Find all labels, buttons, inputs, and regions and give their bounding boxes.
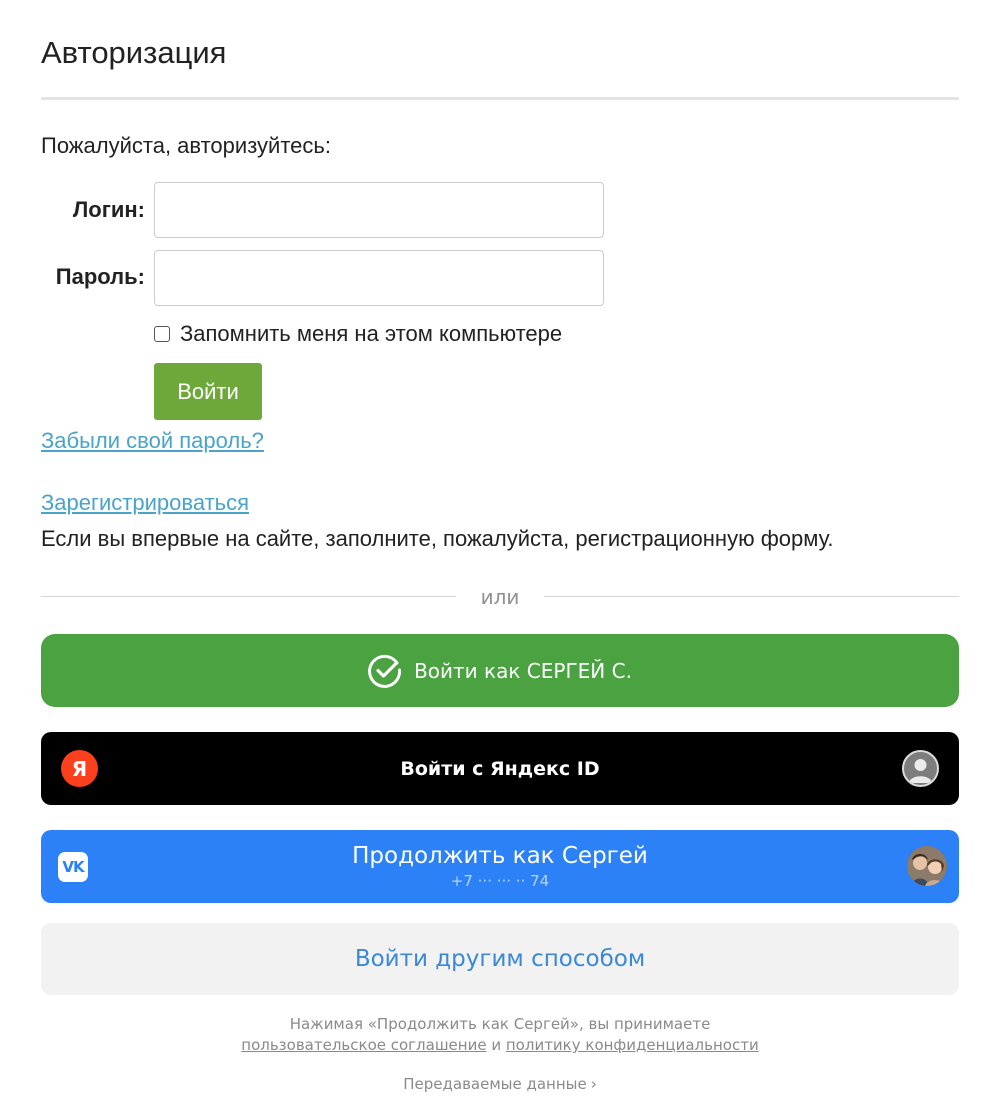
page-title: Авторизация [41,35,227,70]
terms-notice: Нажимая «Продолжить как Сергей», вы прин… [41,1014,959,1056]
vk-continue-title: Продолжить как Сергей [352,843,648,869]
login-label: Логин: [72,197,145,222]
or-divider-line-right [544,596,959,597]
user-photo-avatar [907,846,947,886]
remember-me-label: Запомнить меня на этом компьютере [180,321,563,346]
vk-masked-phone: +7 ··· ··· ·· 74 [450,872,550,890]
password-label: Пароль: [55,264,145,289]
transferred-data-link[interactable]: Передаваемые данные › [41,1074,959,1095]
yandex-id-login-button[interactable]: Я Войти с Яндекс ID [41,732,959,805]
terms-line: Нажимая «Продолжить как Сергей», вы прин… [289,1015,711,1033]
sber-check-icon [368,654,402,688]
avatar-placeholder-icon [902,750,939,787]
register-note: Если вы впервые на сайте, заполните, пож… [41,526,834,551]
chevron-right-icon: › [590,1075,597,1093]
yandex-login-label: Войти с Яндекс ID [400,757,600,780]
or-divider: или [41,584,959,610]
sber-login-label: Войти как СЕРГЕЙ С. [414,658,632,683]
register-link[interactable]: Зарегистрироваться [41,488,249,518]
password-input[interactable] [154,250,604,306]
terms-links-line: пользовательское соглашение и политику к… [41,1035,959,1056]
or-divider-text: или [480,585,520,609]
auth-prompt: Пожалуйста, авторизуйтесь: [41,133,331,158]
title-divider [41,97,959,100]
vk-id-continue-button[interactable]: VK Продолжить как Сергей +7 ··· ··· ·· 7… [41,830,959,903]
remember-me-checkbox[interactable] [154,326,170,342]
login-input[interactable] [154,182,604,238]
sber-login-content: Войти как СЕРГЕЙ С. [41,634,959,707]
other-method-button[interactable]: Войти другим способом [41,923,959,995]
other-method-label: Войти другим способом [354,946,646,972]
login-submit-button[interactable]: Войти [154,363,262,420]
sber-login-button[interactable]: Войти как СЕРГЕЙ С. [41,634,959,707]
terms-conjunction: и [491,1036,502,1054]
user-agreement-link[interactable]: пользовательское соглашение [241,1036,486,1054]
privacy-policy-link[interactable]: политику конфиденциальности [506,1036,759,1054]
remember-me-row[interactable]: Запомнить меня на этом компьютере [154,319,562,349]
transferred-data-label: Передаваемые данные [403,1075,587,1093]
forgot-password-link[interactable]: Забыли свой пароль? [41,426,264,456]
